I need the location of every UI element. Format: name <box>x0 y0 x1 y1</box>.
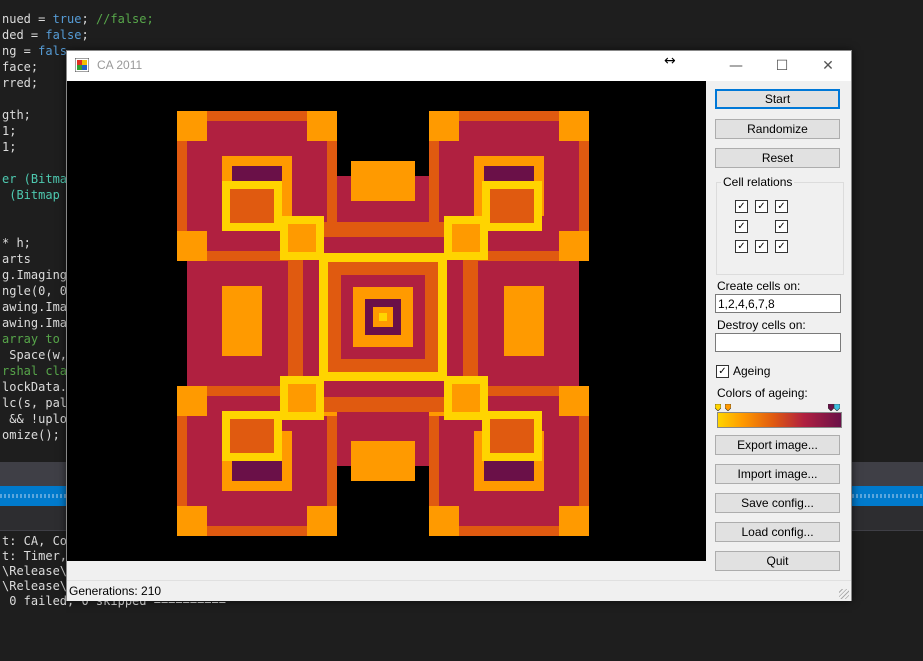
window-title: CA 2011 <box>97 58 143 72</box>
create-cells-input[interactable]: 1,2,4,6,7,8 <box>715 294 841 313</box>
side-arm <box>351 161 415 201</box>
fractal-pattern <box>177 111 589 536</box>
output-line: t: Timer, <box>2 549 68 563</box>
title-bar[interactable]: CA 2011 ↔ — ☐ ✕ <box>67 51 851 81</box>
app-icon <box>75 58 89 72</box>
code-line: (Bitmap <box>2 188 60 202</box>
corner-tip <box>429 111 459 141</box>
center-ring <box>379 313 387 321</box>
export-image-button[interactable]: Export image... <box>715 435 840 455</box>
side-arm <box>222 286 262 356</box>
minimize-button[interactable]: — <box>713 51 759 81</box>
start-button[interactable]: Start <box>715 89 840 109</box>
randomize-button[interactable]: Randomize <box>715 119 840 139</box>
corner-tip <box>307 506 337 536</box>
create-cells-label: Create cells on: <box>717 279 801 293</box>
code-line: ded = false; <box>2 28 89 42</box>
bright-block <box>490 419 534 453</box>
bright-block <box>288 224 316 252</box>
corner-tip <box>177 231 207 261</box>
side-arm <box>504 286 544 356</box>
code-line: gth; <box>2 108 31 122</box>
code-line: ngle(0, 0 <box>2 284 68 298</box>
cell-relation-checkbox[interactable]: ✓ <box>775 240 788 253</box>
bright-block <box>452 224 480 252</box>
code-line: 1; <box>2 124 17 138</box>
destroy-cells-input[interactable] <box>715 333 841 352</box>
resize-cursor-icon: ↔ <box>664 53 676 69</box>
code-line: awing.Imag <box>2 316 75 330</box>
code-line: Space(w, <box>2 348 68 362</box>
code-line: && !uplo <box>2 412 68 426</box>
destroy-cells-label: Destroy cells on: <box>717 318 806 332</box>
save-config-button[interactable]: Save config... <box>715 493 840 513</box>
maximize-button[interactable]: ☐ <box>759 51 805 81</box>
corner-tip <box>177 386 207 416</box>
cell-relation-checkbox[interactable]: ✓ <box>775 200 788 213</box>
gradient-stop-marker[interactable] <box>715 404 721 411</box>
bright-block <box>230 189 274 223</box>
code-line: g.Imaging <box>2 268 68 282</box>
reset-button[interactable]: Reset <box>715 148 840 168</box>
cell-relation-checkbox[interactable]: ✓ <box>735 220 748 233</box>
output-line: \Release\C <box>2 579 75 593</box>
status-bar: Generations: 210 <box>67 580 851 601</box>
cell-relation-checkbox[interactable]: ✓ <box>755 200 768 213</box>
corner-tip <box>177 111 207 141</box>
quit-button[interactable]: Quit <box>715 551 840 571</box>
cell-relation-checkbox[interactable]: ✓ <box>755 240 768 253</box>
code-line: face; <box>2 60 39 74</box>
corner-tip <box>177 506 207 536</box>
corner-tip <box>307 111 337 141</box>
bright-block <box>230 419 274 453</box>
code-line: omize(); <box>2 428 60 442</box>
automaton-canvas[interactable] <box>67 81 706 561</box>
code-line: nued = true; //false; <box>2 12 154 26</box>
side-arm <box>351 441 415 481</box>
code-line: er (Bitmap <box>2 172 75 186</box>
load-config-button[interactable]: Load config... <box>715 522 840 542</box>
output-line: t: CA, Con <box>2 534 75 548</box>
code-line: rshal cla <box>2 364 68 378</box>
corner-tip <box>559 231 589 261</box>
bright-block <box>490 189 534 223</box>
cell-relation-checkbox[interactable]: ✓ <box>775 220 788 233</box>
corner-tip <box>429 506 459 536</box>
code-line: lockData. <box>2 380 68 394</box>
generations-status: Generations: 210 <box>69 584 162 598</box>
code-line: array to <box>2 332 60 346</box>
corner-tip <box>559 506 589 536</box>
code-line: 1; <box>2 140 17 154</box>
close-button[interactable]: ✕ <box>805 51 851 81</box>
import-image-button[interactable]: Import image... <box>715 464 840 484</box>
gradient-stop-marker[interactable] <box>725 404 731 411</box>
cell-relation-checkbox[interactable]: ✓ <box>735 200 748 213</box>
ca-window: CA 2011 ↔ — ☐ ✕ Start Randomize Reset Ce… <box>66 50 852 601</box>
code-line: * h; <box>2 236 31 250</box>
ageing-label: Ageing <box>733 364 771 378</box>
corner-tip <box>559 386 589 416</box>
code-line: arts <box>2 252 31 266</box>
ageing-checkbox[interactable]: ✓ <box>716 365 729 378</box>
gradient-stop-marker[interactable] <box>834 404 840 411</box>
output-line: \Release\ <box>2 564 68 578</box>
resize-grip-icon[interactable] <box>839 589 849 599</box>
code-line: ng = fals <box>2 44 68 58</box>
ageing-color-gradient[interactable] <box>717 412 842 428</box>
code-line: rred; <box>2 76 39 90</box>
bright-block <box>452 384 480 412</box>
corner-tip <box>559 111 589 141</box>
cell-relation-checkbox[interactable]: ✓ <box>735 240 748 253</box>
colors-of-ageing-label: Colors of ageing: <box>717 386 808 400</box>
cell-relations-title: Cell relations <box>721 175 795 189</box>
code-line: lc(s, pal <box>2 396 68 410</box>
bright-block <box>288 384 316 412</box>
code-line: awing.Imag <box>2 300 75 314</box>
